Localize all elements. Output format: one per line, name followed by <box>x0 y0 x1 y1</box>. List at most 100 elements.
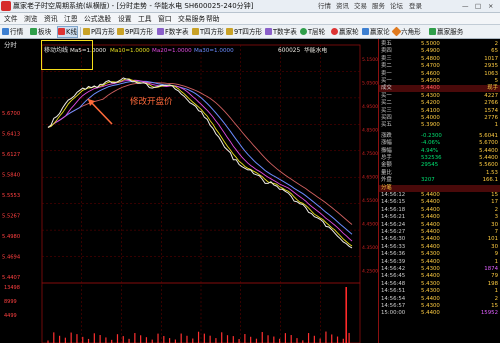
menu-trade-service[interactable]: 交易服务 <box>178 13 205 25</box>
toolbar-winner-theory-button[interactable]: 赢家论 <box>362 26 390 38</box>
current-row-price: 5.4400 <box>421 85 440 92</box>
volume-bar <box>221 332 223 343</box>
volume-bar <box>267 335 269 343</box>
trade-price: 5.4400 <box>421 221 440 228</box>
volume-bar <box>58 335 61 343</box>
quote-panel: 卖五 5.5000 2 卖四 5.4900 65 卖三 5.4800 1017 卖二 5.4700 2… <box>378 39 500 343</box>
toolbar-label: K线 <box>66 28 77 36</box>
volume-bar <box>255 338 258 343</box>
toolbar-winner-wheel-button[interactable]: 赢家轮 <box>331 26 359 38</box>
trades-header: 分笔 <box>379 185 500 192</box>
menu-news[interactable]: 资讯 <box>44 13 58 25</box>
volume-bar <box>116 334 119 343</box>
toolbar-9p-square-button[interactable]: 9P四方形 <box>117 26 153 38</box>
menu-help[interactable]: 帮助 <box>206 13 220 25</box>
toolbar-t-square-button[interactable]: T四方形 <box>192 26 224 38</box>
trade-row: 14:56:51 5.4300 1 <box>379 288 500 295</box>
volume-bar <box>319 338 321 343</box>
book-icon <box>362 28 369 35</box>
ma30-label: Ma30=1.0000 <box>194 48 234 54</box>
menu-browse[interactable]: 浏览 <box>24 13 38 25</box>
toolbar-market-button[interactable]: 行情 <box>2 26 23 38</box>
volume-bar <box>151 339 153 343</box>
toolbar-9t-square-button[interactable]: 9T四方形 <box>226 26 262 38</box>
volume-bar <box>53 332 55 343</box>
trade-time: 14:56:45 <box>381 273 406 280</box>
annotation-text: 修改开盘价 <box>130 97 173 107</box>
trade-volume: 101 <box>487 236 498 243</box>
toolbar-label: T层轮 <box>308 28 326 36</box>
toolbar-p-square-button[interactable]: P四方形 <box>83 26 115 38</box>
menu-gann[interactable]: 江恩 <box>64 13 78 25</box>
menu-file[interactable]: 文件 <box>4 13 18 25</box>
trade-row: 14:56:15 5.4400 17 <box>379 199 500 206</box>
trade-row: 15:00:00 5.4400 15952 <box>379 310 500 317</box>
trade-time: 14:56:48 <box>381 280 406 287</box>
left-price-tick: 5.4407 <box>2 275 20 281</box>
wheel-icon <box>300 28 307 35</box>
toolbar-winner-service-button[interactable]: 赢家服务 <box>429 26 463 38</box>
stat-row: 总手 532536 5.4400 <box>379 155 500 162</box>
right-price-tick: 5.0500 <box>362 81 378 87</box>
title-link-trade[interactable]: 交易 <box>354 1 367 12</box>
bid-row-label: 买五 <box>381 122 392 129</box>
trade-price: 5.4300 <box>421 251 440 258</box>
menu-window[interactable]: 窗口 <box>158 13 172 25</box>
close-button[interactable]: × <box>488 1 493 12</box>
trade-price: 5.4300 <box>421 303 440 309</box>
ma20-label: Ma20=1.0000 <box>152 48 192 54</box>
toolbar-kline-button[interactable]: K线 <box>57 26 78 38</box>
title-link-news[interactable]: 资讯 <box>336 1 349 12</box>
toolbar-hexagon-button[interactable]: 六角形 <box>391 26 421 38</box>
volume-tick: 4499 <box>4 313 17 319</box>
menu-settings[interactable]: 设置 <box>118 13 132 25</box>
trade-volume: 7 <box>494 229 498 235</box>
bid-row-volume: 1 <box>494 122 498 129</box>
trade-volume: 1874 <box>484 266 498 272</box>
title-link-login[interactable]: 登录 <box>409 1 422 12</box>
candlestick-icon <box>58 28 65 35</box>
trade-volume: 9 <box>494 251 498 258</box>
bid-row-label: 买三 <box>381 107 392 114</box>
left-price-tick: 5.4694 <box>2 255 21 261</box>
trade-volume: 17 <box>491 199 498 206</box>
title-link-forum[interactable]: 论坛 <box>390 1 403 12</box>
trade-row: 14:56:42 5.4300 1874 <box>379 266 500 273</box>
panel-title: 分时 <box>4 40 17 49</box>
trade-row: 14:56:27 5.4400 7 <box>379 229 500 236</box>
right-price-tick: 4.6500 <box>362 175 378 181</box>
ask-row-price: 5.4800 <box>421 55 440 62</box>
trade-price: 5.4400 <box>421 243 440 250</box>
toolbar-t-number-button[interactable]: T数字表 <box>265 26 297 38</box>
square-icon <box>83 28 90 35</box>
maximize-button[interactable]: □ <box>475 1 481 12</box>
trade-volume: 15952 <box>480 310 498 317</box>
trade-volume: 15 <box>491 303 498 309</box>
title-link-service[interactable]: 服务 <box>372 1 385 12</box>
minimize-button[interactable]: — <box>462 1 469 12</box>
trade-price: 5.4400 <box>421 206 440 213</box>
volume-bar <box>134 333 136 343</box>
stat-row-price: 3207 <box>421 177 435 184</box>
toolbar-f-number-button[interactable]: F数字表 <box>157 26 189 38</box>
toolbar-sector-button[interactable]: 板块 <box>30 26 51 38</box>
left-price-tick: 5.6700 <box>2 111 20 117</box>
trade-time: 14:56:24 <box>381 221 406 228</box>
toolbar-t-wheel-button[interactable]: T层轮 <box>300 26 325 38</box>
ask-row-label: 卖五 <box>381 41 392 47</box>
bid-row: 买二 5.4200 2766 <box>379 100 500 107</box>
menu-tools[interactable]: 工具 <box>138 13 152 25</box>
stat-row-volume: 1.53 <box>485 169 498 176</box>
app-window: 赢家老子时空周期系统(纵横版) - [分时走势 - 华能水电 SH600025-… <box>0 0 500 343</box>
stat-row-volume: 5.6041 <box>479 132 498 139</box>
chart-area[interactable]: 分时 移动均线 Ma5=1.0000 Ma10=1.0000 Ma20=1.00… <box>0 39 378 343</box>
menu-formula[interactable]: 公式选股 <box>84 13 111 25</box>
ask-row: 卖一 5.4600 1063 <box>379 71 500 78</box>
trade-row: 14:56:45 5.4400 79 <box>379 273 500 280</box>
volume-bar <box>70 332 72 343</box>
ask-row-label: 买一 <box>381 78 392 84</box>
ask-row-label: 卖二 <box>381 63 392 70</box>
price-chart-svg[interactable]: 分时 移动均线 Ma5=1.0000 Ma10=1.0000 Ma20=1.00… <box>0 39 378 343</box>
title-link-market[interactable]: 行情 <box>318 1 331 12</box>
left-price-tick: 5.5267 <box>2 214 20 220</box>
